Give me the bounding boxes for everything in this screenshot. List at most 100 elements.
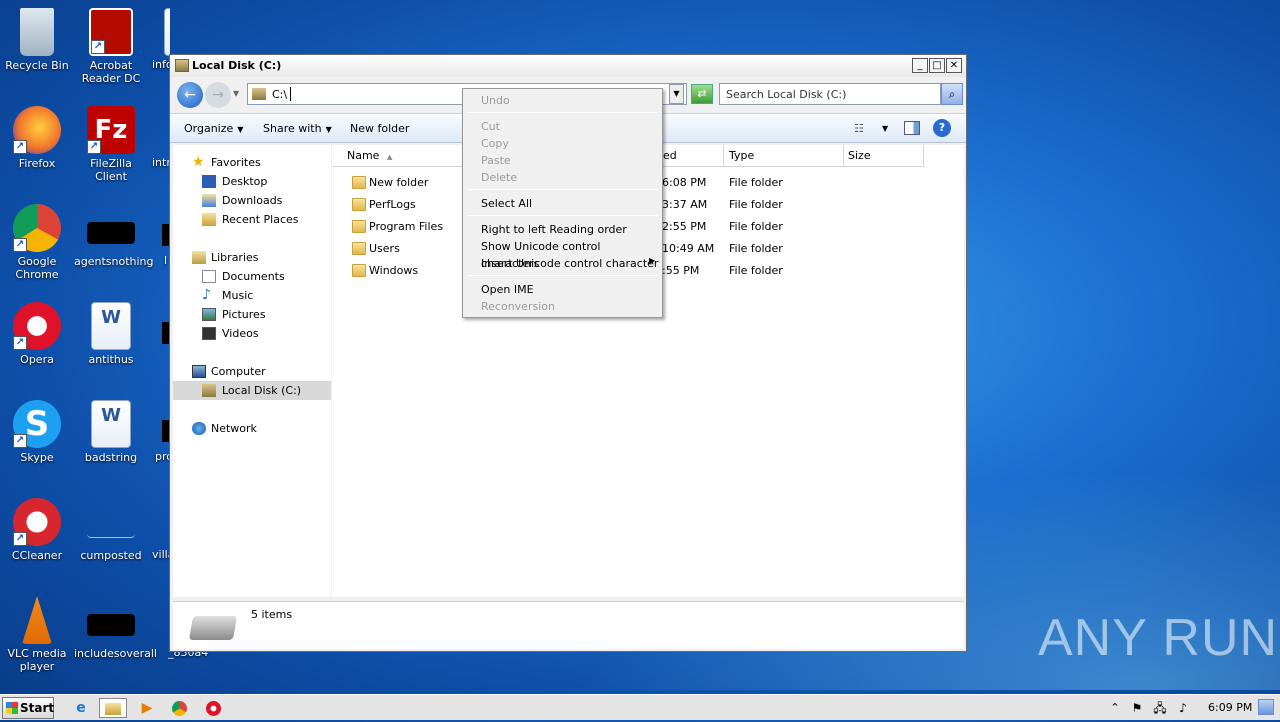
desktop-icon-includesoverall[interactable]: includesoverall bbox=[74, 596, 157, 660]
refresh-button[interactable]: ⇄ bbox=[691, 84, 713, 104]
desktop-icon-badstring[interactable]: W badstring bbox=[74, 400, 148, 464]
maximize-button[interactable]: □ bbox=[929, 58, 945, 73]
chrome-icon[interactable] bbox=[168, 698, 190, 718]
desktop-icon-ccleaner[interactable]: ↗ CCleaner bbox=[0, 498, 74, 562]
nav-computer[interactable]: Computer bbox=[173, 362, 331, 381]
menu-item-cut[interactable]: Cut bbox=[481, 118, 500, 135]
internet-explorer-icon[interactable]: e bbox=[70, 698, 92, 718]
nav-recent-places[interactable]: Recent Places bbox=[173, 210, 331, 229]
nav-local-disk[interactable]: Local Disk (C:) bbox=[173, 381, 331, 400]
desktop-icon-recycle-bin[interactable]: Recycle Bin bbox=[0, 8, 74, 72]
new-folder-button[interactable]: New folder bbox=[350, 122, 409, 135]
menu-item-undo[interactable]: Undo bbox=[481, 92, 510, 109]
opera-icon[interactable] bbox=[202, 698, 224, 718]
word-document-icon: W bbox=[164, 8, 170, 56]
file-name: Users bbox=[369, 242, 400, 255]
share-with-label: Share with bbox=[263, 122, 322, 135]
details-pane: 5 items bbox=[173, 601, 964, 649]
item-count: 5 items bbox=[251, 608, 293, 621]
file-date: 3:37 AM bbox=[662, 198, 708, 211]
menu-item-reconversion[interactable]: Reconversion bbox=[481, 298, 555, 315]
volume-icon[interactable]: ♪ bbox=[1172, 698, 1194, 718]
file-name: Windows bbox=[369, 264, 419, 277]
chevron-down-icon: ▼ bbox=[237, 125, 244, 134]
desktop-icon-label: Recycle Bin bbox=[5, 59, 69, 72]
desktop-icon-chrome[interactable]: ↗ Google Chrome bbox=[0, 204, 74, 281]
minimize-button[interactable]: _ bbox=[912, 58, 928, 73]
desktop-icon-word-partial[interactable]: W bbox=[150, 8, 170, 59]
file-type: File folder bbox=[729, 242, 783, 255]
column-label: ed bbox=[663, 149, 677, 162]
nav-pictures[interactable]: Pictures bbox=[173, 305, 331, 324]
nav-favorites[interactable]: ★ Favorites bbox=[173, 153, 331, 172]
file-explorer-icon[interactable] bbox=[99, 698, 127, 718]
share-with-button[interactable]: Share with ▼ bbox=[263, 122, 332, 135]
desktop-icon-acrobat[interactable]: ↗ Acrobat Reader DC bbox=[74, 8, 148, 85]
folder-icon bbox=[352, 264, 366, 277]
libraries-icon bbox=[192, 251, 206, 264]
file-type: File folder bbox=[729, 264, 783, 277]
network-status-icon[interactable]: 🖧 bbox=[1149, 698, 1171, 718]
menu-separator bbox=[467, 215, 658, 216]
recent-pages-dropdown-icon[interactable]: ▼ bbox=[233, 89, 239, 98]
desktop-icon-label: cumposted bbox=[80, 549, 142, 562]
column-header-type[interactable]: Type bbox=[724, 145, 844, 167]
nav-network[interactable]: Network bbox=[173, 419, 331, 438]
desktop-icon-agentsnothing[interactable]: agentsnothing bbox=[74, 204, 154, 268]
menu-item-rtl-reading[interactable]: Right to left Reading order bbox=[481, 221, 627, 238]
forward-button[interactable]: → bbox=[205, 82, 231, 108]
start-button[interactable]: Start bbox=[2, 697, 54, 719]
nav-videos[interactable]: Videos bbox=[173, 324, 331, 343]
window-titlebar[interactable]: Local Disk (C:) _ □ ✕ bbox=[170, 55, 966, 77]
menu-item-copy[interactable]: Copy bbox=[481, 135, 509, 152]
help-icon[interactable]: ? bbox=[933, 119, 951, 137]
search-input[interactable]: Search Local Disk (C:) bbox=[719, 83, 941, 105]
nav-documents[interactable]: Documents bbox=[173, 267, 331, 286]
menu-item-show-unicode[interactable]: Show Unicode control characters bbox=[481, 238, 662, 270]
show-desktop-button[interactable] bbox=[1258, 699, 1274, 715]
shortcut-arrow-icon: ↗ bbox=[87, 140, 101, 154]
nav-label: Videos bbox=[222, 327, 259, 340]
menu-item-paste[interactable]: Paste bbox=[481, 152, 511, 169]
column-header-date[interactable]: ed bbox=[663, 145, 724, 167]
desktop-icon-vlc[interactable]: VLC media player bbox=[0, 596, 74, 673]
file-type: File folder bbox=[729, 198, 783, 211]
nav-label: Pictures bbox=[222, 308, 266, 321]
address-dropdown-button[interactable]: ▼ bbox=[669, 84, 684, 104]
chevron-down-icon[interactable]: ▼ bbox=[882, 124, 888, 133]
action-center-flag-icon[interactable]: ⚑ bbox=[1126, 698, 1148, 718]
menu-item-open-ime[interactable]: Open IME bbox=[481, 281, 534, 298]
desktop-icon-cumposted[interactable]: cumposted bbox=[74, 498, 148, 562]
nav-libraries[interactable]: Libraries bbox=[173, 248, 331, 267]
preview-pane-icon[interactable] bbox=[904, 121, 920, 135]
nav-label: Network bbox=[211, 422, 257, 435]
desktop-icon-opera[interactable]: ↗ Opera bbox=[0, 302, 74, 366]
word-document-icon: W bbox=[91, 400, 131, 448]
show-hidden-icons-icon[interactable]: ⌃ bbox=[1104, 698, 1126, 718]
address-text[interactable]: C:\ bbox=[272, 88, 287, 101]
desktop-icon-label: VLC media player bbox=[7, 647, 67, 673]
menu-item-delete[interactable]: Delete bbox=[481, 169, 517, 186]
sort-ascending-icon: ▲ bbox=[386, 153, 393, 161]
nav-downloads[interactable]: Downloads bbox=[173, 191, 331, 210]
menu-item-select-all[interactable]: Select All bbox=[481, 195, 532, 212]
nav-music[interactable]: ♪ Music bbox=[173, 286, 331, 305]
view-options-icon[interactable]: ☷ bbox=[854, 122, 864, 135]
nav-desktop[interactable]: Desktop bbox=[173, 172, 331, 191]
taskbar: Start e ▶ ⌃ ⚑ 🖧 ♪ 6:09 PM bbox=[0, 694, 1280, 720]
column-header-size[interactable]: Size bbox=[844, 145, 924, 167]
media-player-icon[interactable]: ▶ bbox=[136, 698, 158, 718]
organize-button[interactable]: Organize ▼ bbox=[184, 122, 243, 135]
desktop-icon-antithus[interactable]: W antithus bbox=[74, 302, 148, 366]
taskbar-clock[interactable]: 6:09 PM bbox=[1208, 701, 1252, 714]
menu-item-insert-unicode[interactable]: Insert Unicode control character bbox=[481, 255, 658, 272]
back-button[interactable]: ← bbox=[177, 82, 203, 108]
desktop-icon-firefox[interactable]: ↗ Firefox bbox=[0, 106, 74, 170]
file-name: New folder bbox=[369, 176, 429, 189]
close-button[interactable]: ✕ bbox=[946, 58, 962, 73]
desktop-icon-filezilla[interactable]: Fz ↗ FileZilla Client bbox=[74, 106, 148, 183]
search-button[interactable]: ⌕ bbox=[941, 83, 963, 105]
desktop-icon-skype[interactable]: S ↗ Skype bbox=[0, 400, 74, 464]
desktop-icon-label: badstring bbox=[84, 451, 138, 464]
chrome-icon: ↗ bbox=[13, 204, 61, 252]
